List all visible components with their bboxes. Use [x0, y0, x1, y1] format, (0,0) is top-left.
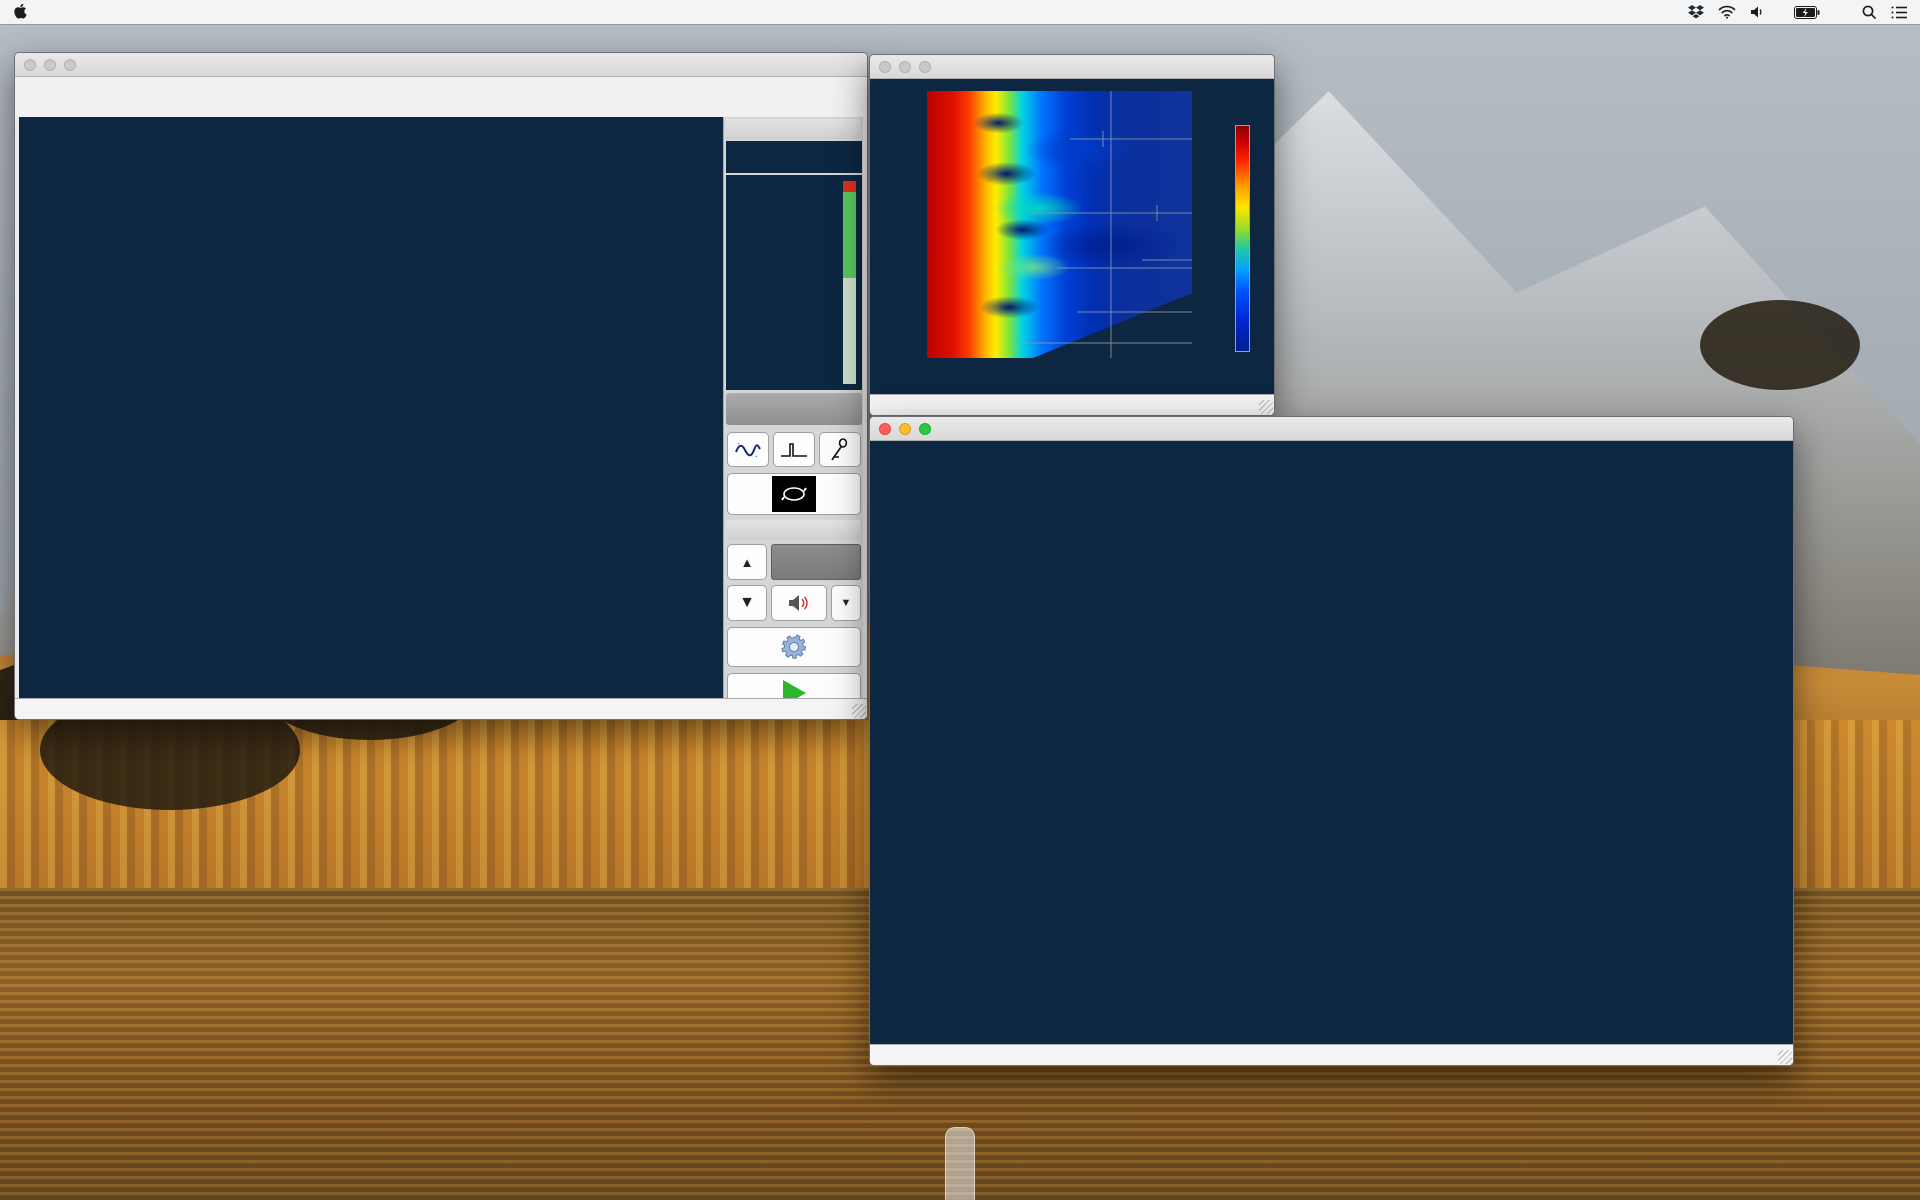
fr-graph-toolbar: [19, 119, 723, 145]
output-up-button[interactable]: ▲: [727, 544, 767, 580]
waterfall2-window: [869, 54, 1275, 416]
wf1-plot-area[interactable]: [870, 441, 1793, 1047]
frequency-response-panel[interactable]: [19, 119, 723, 403]
resize-grip[interactable]: [852, 704, 866, 718]
wf2-statusbar: [870, 394, 1274, 415]
input-level-meter: [843, 181, 856, 384]
input-meter-area: [726, 175, 862, 390]
wf2-titlebar[interactable]: [870, 55, 1274, 79]
dropbox-icon[interactable]: [1688, 5, 1704, 20]
minimize-button[interactable]: [899, 423, 911, 435]
resize-grip[interactable]: [1778, 1050, 1792, 1064]
input-db-button[interactable]: [726, 393, 862, 425]
settings-button[interactable]: [727, 627, 861, 667]
minimize-button[interactable]: [44, 59, 56, 71]
impulse-response-panel[interactable]: [19, 406, 723, 696]
clio-statusbar: [15, 698, 867, 719]
impulse-step-button[interactable]: [773, 432, 815, 467]
close-button[interactable]: [24, 59, 36, 71]
ir-plot[interactable]: [73, 438, 721, 664]
clio-toolbar: [15, 77, 867, 117]
clio-titlebar[interactable]: [15, 53, 867, 77]
notification-list-icon[interactable]: [1891, 6, 1908, 19]
volume-icon[interactable]: [1750, 5, 1766, 19]
zoom-button[interactable]: [64, 59, 76, 71]
output-value: [771, 544, 861, 580]
chirp-wave-button[interactable]: [727, 432, 769, 467]
apple-menu[interactable]: [14, 4, 29, 21]
wf1-titlebar[interactable]: [870, 417, 1793, 441]
menu-bar: [0, 0, 1920, 24]
speaker-menu-button[interactable]: ▼: [831, 585, 861, 621]
battery-icon[interactable]: [1794, 6, 1820, 19]
ir-graph-toolbar: [19, 406, 723, 432]
fr-plot[interactable]: [73, 151, 721, 385]
waterfall1-window: [869, 416, 1794, 1066]
dock: [945, 1127, 975, 1200]
close-button[interactable]: [879, 61, 891, 73]
wf1-statusbar: [870, 1044, 1793, 1065]
loop-button[interactable]: [727, 473, 861, 515]
input-level-value: [726, 141, 862, 173]
output-header: [726, 520, 860, 540]
desktop: ▲ ▼ ▼: [0, 0, 1920, 1200]
speaker-button[interactable]: [771, 585, 827, 621]
clio-pocket-window: ▲ ▼ ▼: [14, 52, 868, 720]
close-button[interactable]: [879, 423, 891, 435]
zoom-button[interactable]: [919, 423, 931, 435]
wf1-3d-surface[interactable]: [870, 441, 1793, 1047]
zoom-button[interactable]: [919, 61, 931, 73]
input-level-header: [726, 119, 860, 139]
minimize-button[interactable]: [899, 61, 911, 73]
wf2-colorbar: [1235, 125, 1250, 352]
output-down-button[interactable]: ▼: [727, 585, 767, 621]
wifi-icon[interactable]: [1718, 5, 1736, 19]
microphone-button[interactable]: [819, 432, 861, 467]
wf2-plot-area[interactable]: [870, 79, 1274, 397]
wf2-heatmap[interactable]: [927, 91, 1192, 358]
clio-control-panel: ▲ ▼ ▼: [723, 117, 863, 698]
spotlight-icon[interactable]: [1862, 5, 1877, 20]
resize-grip[interactable]: [1259, 400, 1273, 414]
